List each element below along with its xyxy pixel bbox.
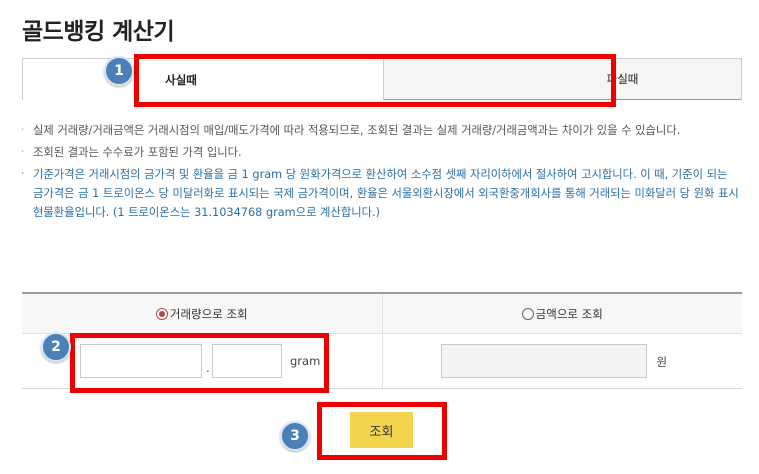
- weight-input-cell: . gram: [22, 334, 382, 389]
- tab-buy[interactable]: 사실때: [22, 58, 383, 100]
- option-by-weight-label: 거래량으로 조회: [169, 306, 248, 321]
- weight-integer-input[interactable]: [80, 344, 202, 378]
- page-title: 골드뱅킹 계산기: [22, 19, 175, 45]
- option-by-amount-label: 금액으로 조회: [535, 306, 603, 321]
- search-button[interactable]: 조회: [350, 412, 413, 448]
- search-table: 거래량으로 조회 금액으로 조회 . gram 원: [22, 292, 742, 389]
- amount-input[interactable]: [440, 344, 647, 378]
- amount-unit: 원: [656, 355, 668, 369]
- notice-list: 실제 거래량/거래금액은 거래시점의 매입/매도가격에 따라 적용되므로, 조회…: [18, 121, 740, 225]
- weight-decimal-input[interactable]: [212, 344, 282, 378]
- radio-by-weight[interactable]: [155, 307, 168, 320]
- notice-item-standard-price: 기준가격은 거래시점의 금가격 및 환율을 금 1 gram 당 원화가격으로 …: [18, 165, 740, 222]
- option-by-weight[interactable]: 거래량으로 조회: [22, 294, 382, 333]
- search-type-row: 거래량으로 조회 금액으로 조회: [22, 294, 742, 334]
- weight-unit: gram: [290, 354, 321, 368]
- radio-by-amount[interactable]: [521, 307, 534, 320]
- step-badge-1: 1: [104, 56, 134, 86]
- amount-input-cell: 원: [381, 334, 743, 389]
- notice-item: 실제 거래량/거래금액은 거래시점의 매입/매도가격에 따라 적용되므로, 조회…: [18, 121, 740, 140]
- tab-sell[interactable]: 파실때: [383, 58, 742, 100]
- tab-buy-label: 사실때: [165, 72, 197, 87]
- notice-item: 조회된 결과는 수수료가 포함된 가격 입니다.: [18, 143, 740, 162]
- option-by-amount[interactable]: 금액으로 조회: [381, 294, 743, 333]
- tab-sell-label: 파실때: [606, 72, 639, 86]
- step-badge-2: 2: [41, 332, 71, 362]
- decimal-separator: .: [206, 361, 210, 375]
- step-badge-3: 3: [280, 421, 310, 451]
- search-input-row: . gram 원: [22, 334, 742, 389]
